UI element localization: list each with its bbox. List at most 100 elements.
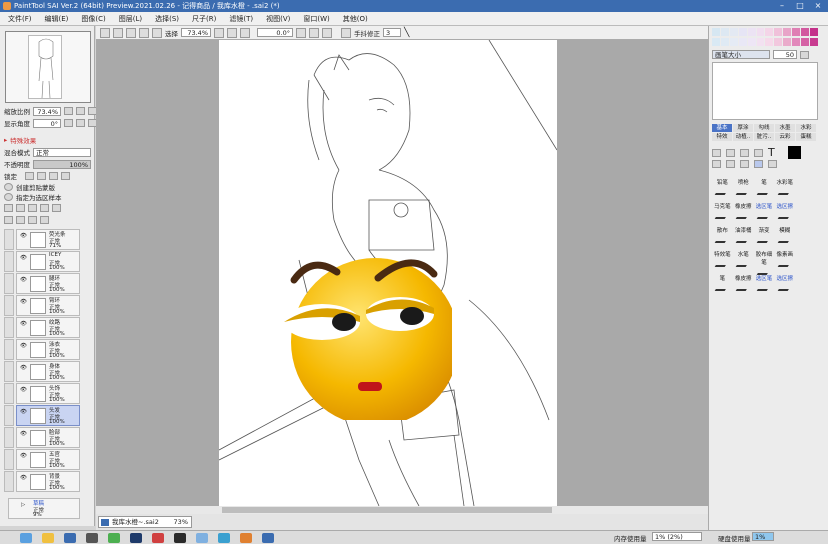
menu-file[interactable]: 文件(F) <box>8 14 32 24</box>
rotate-ccw-icon[interactable] <box>296 27 306 38</box>
eye-icon[interactable]: 👁 <box>20 299 27 305</box>
angle-field[interactable]: 0° <box>33 118 61 128</box>
delete-layer-icon[interactable] <box>40 216 49 224</box>
zoom-minus-button[interactable] <box>64 107 73 115</box>
magic-wand-icon[interactable] <box>740 148 749 157</box>
tool-select-pen-2[interactable]: 选区笔 <box>754 274 775 294</box>
close-icon[interactable]: × <box>810 0 826 12</box>
move-tool-icon[interactable] <box>712 160 721 168</box>
tool-scatter[interactable]: 散布 <box>712 226 733 246</box>
maximize-icon[interactable]: □ <box>792 0 808 12</box>
color-swatches[interactable] <box>712 28 818 46</box>
sample-row[interactable]: 指定为选区样本 <box>4 192 62 202</box>
menu-select[interactable]: 选择(S) <box>155 14 179 24</box>
tool-pen[interactable]: 笔 <box>754 178 775 198</box>
photoshop-icon[interactable] <box>130 533 142 543</box>
navigator-preview[interactable] <box>5 31 91 103</box>
new-layer-icon[interactable] <box>4 204 13 212</box>
scrollbar-thumb[interactable] <box>222 507 552 513</box>
marquee-tool-icon[interactable] <box>712 148 721 157</box>
lock-move-icon[interactable] <box>49 172 58 180</box>
tool-select-eraser[interactable]: 选区擦 <box>774 202 795 222</box>
tool-watercolor[interactable]: 水彩笔 <box>774 178 795 198</box>
folder-icon[interactable] <box>42 533 54 543</box>
layer-item[interactable]: 👁 腿环 正常 100% <box>16 273 80 294</box>
steam-icon[interactable] <box>174 533 186 543</box>
minimize-icon[interactable]: – <box>774 0 790 12</box>
menu-image[interactable]: 图像(C) <box>81 14 105 24</box>
blend-select[interactable]: 正常 <box>33 147 91 157</box>
invert-select-icon[interactable] <box>139 27 149 38</box>
menu-layer[interactable]: 图层(L) <box>119 14 142 24</box>
rotate-tool-icon[interactable] <box>740 160 749 168</box>
eye-icon[interactable]: 👁 <box>20 343 27 349</box>
tab-plants[interactable]: 动植.. <box>733 133 753 141</box>
fill-layer-icon[interactable] <box>52 204 61 212</box>
tool-blur[interactable]: 模糊 <box>774 226 795 246</box>
menu-view[interactable]: 视图(V) <box>266 14 290 24</box>
layer-item[interactable]: 👁 ICEY 正常 100% <box>16 251 80 272</box>
menu-filter[interactable]: 滤镜(T) <box>229 14 253 24</box>
pen-pressure-icon[interactable]: ╲ <box>404 28 409 38</box>
text-tool-icon[interactable]: T <box>768 146 775 159</box>
tab-thick[interactable]: 厚涂 <box>733 124 753 132</box>
layer-item[interactable]: 👁 荧光条 正常 71% <box>16 229 80 250</box>
zoom-select[interactable]: 73.4% <box>181 28 211 37</box>
zoom-tool-icon[interactable] <box>726 160 735 168</box>
zoom-out-icon[interactable] <box>214 27 224 38</box>
app-icon[interactable] <box>196 533 208 543</box>
tool-airbrush[interactable]: 喷枪 <box>733 178 754 198</box>
lock-paint-icon[interactable] <box>37 172 46 180</box>
tab-effects[interactable]: 特效 <box>712 133 732 141</box>
layer-item[interactable]: 👁 五官 正常 100% <box>16 449 80 470</box>
eyedropper-alt-icon[interactable] <box>768 160 777 168</box>
eye-icon[interactable]: 👁 <box>20 387 27 393</box>
app-icon[interactable] <box>240 533 252 543</box>
flip-icon[interactable] <box>341 27 351 38</box>
tool-select-eraser-2[interactable]: 选区擦 <box>774 274 795 294</box>
zoom-plus-button[interactable] <box>76 107 85 115</box>
app-icon[interactable] <box>218 533 230 543</box>
zoom-fit-icon[interactable] <box>240 27 250 38</box>
deselect-icon[interactable] <box>126 27 136 38</box>
tab-basic[interactable]: 基本 <box>712 124 732 132</box>
rotate-reset-icon[interactable] <box>322 27 332 38</box>
horizontal-scrollbar[interactable] <box>96 506 708 514</box>
zoom-in-icon[interactable] <box>227 27 237 38</box>
terminal-icon[interactable] <box>86 533 98 543</box>
opacity-slider[interactable]: 100% <box>33 159 91 169</box>
app-icon[interactable] <box>108 533 120 543</box>
rotate-cw-icon[interactable] <box>309 27 319 38</box>
eye-icon[interactable]: 👁 <box>20 233 27 239</box>
select-visibility-icon[interactable] <box>152 27 162 38</box>
eye-icon[interactable]: 👁 <box>20 409 27 415</box>
layer-item[interactable]: 👁 脸部 正常 100% <box>16 427 80 448</box>
tab-line[interactable]: 勾线 <box>754 124 774 132</box>
tool-effect-pen[interactable]: 特效笔 <box>712 250 733 270</box>
canvas-area[interactable] <box>96 39 708 507</box>
undo-icon[interactable] <box>100 27 110 38</box>
zoom-field[interactable]: 73.4% <box>33 106 61 116</box>
stabilizer-select[interactable]: 3 <box>383 28 401 37</box>
clip-checkbox[interactable] <box>4 183 13 191</box>
layer-item[interactable]: 👁 泳衣 正常 100% <box>16 339 80 360</box>
layer-item[interactable]: 👁 臂环 正常 100% <box>16 295 80 316</box>
app-icon[interactable] <box>20 533 32 543</box>
lock-transparency-icon[interactable] <box>25 172 34 180</box>
tool-tape-pen[interactable]: 胶布细笔 <box>754 250 775 275</box>
clip-row[interactable]: 创建剪贴蒙版 <box>4 182 55 192</box>
layer-item-selected[interactable]: 👁 头发 正常 100% <box>16 405 80 426</box>
eye-icon[interactable]: 👁 <box>20 365 27 371</box>
tool-eraser-2[interactable]: 橡皮擦 <box>733 274 754 294</box>
brush-size-field[interactable]: 50 <box>773 50 797 59</box>
app-icon[interactable] <box>262 533 274 543</box>
rotate-left-button[interactable] <box>64 119 73 127</box>
tab-watercolor[interactable]: 水彩 <box>796 124 816 132</box>
eye-icon[interactable]: 👁 <box>20 277 27 283</box>
merge-down-icon[interactable] <box>4 216 13 224</box>
folder-item[interactable]: ▷ 草稿 正常 9% <box>8 498 80 519</box>
eye-icon[interactable]: 👁 <box>20 453 27 459</box>
layer-item[interactable]: 👁 背景 正常 100% <box>16 471 80 492</box>
folder-expand-icon[interactable]: ▷ <box>21 502 28 508</box>
eye-icon[interactable]: 👁 <box>20 255 27 261</box>
